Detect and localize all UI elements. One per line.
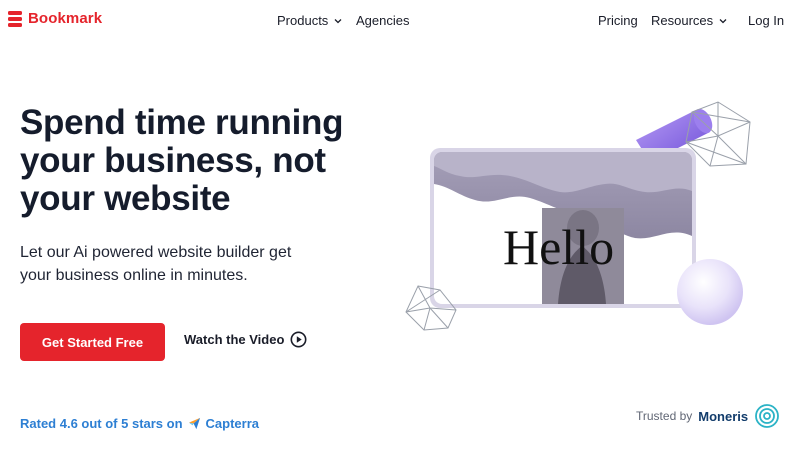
hello-text: Hello: [503, 219, 614, 275]
rating-source: Capterra: [205, 416, 260, 431]
nav-resources[interactable]: Resources: [651, 13, 727, 28]
hero-title: Spend time running your business, not yo…: [20, 103, 344, 218]
chevron-down-icon: [719, 18, 727, 23]
watch-video-label: Watch the Video: [184, 332, 285, 347]
play-icon: [290, 331, 307, 348]
nav-pricing[interactable]: Pricing: [598, 13, 638, 28]
nav-login[interactable]: Log In: [748, 13, 784, 28]
top-nav: Bookmark Products Agencies Pricing Resou…: [0, 0, 800, 40]
chevron-down-icon: [334, 18, 342, 23]
trusted-label: Trusted by: [636, 409, 693, 423]
brand-name: Bookmark: [28, 10, 103, 27]
nav-agencies[interactable]: Agencies: [356, 13, 409, 28]
rating-text: Rated 4.6 out of 5 stars on: [20, 416, 183, 431]
watch-video-link[interactable]: Watch the Video: [184, 331, 307, 348]
moneris-icon: [755, 404, 779, 428]
nav-products[interactable]: Products: [277, 13, 342, 28]
capterra-icon: [188, 417, 200, 430]
capterra-rating[interactable]: Rated 4.6 out of 5 stars on Capterra: [20, 416, 259, 431]
moneris-name: Moneris: [698, 408, 749, 424]
bookmark-logo-icon: [8, 10, 22, 27]
nav-agencies-label: Agencies: [356, 13, 410, 28]
hero-subtitle: Let our Ai powered website builder get y…: [20, 244, 292, 284]
hero-illustration: Hello: [405, 101, 751, 331]
browser-frame: Hello: [430, 148, 696, 308]
nav-pricing-label: Pricing: [598, 13, 638, 28]
get-started-button[interactable]: Get Started Free: [20, 323, 165, 361]
nav-resources-label: Resources: [651, 13, 714, 28]
nav-products-label: Products: [277, 13, 329, 28]
glossy-sphere: [677, 259, 743, 325]
trusted-by: Trusted by Moneris: [636, 403, 780, 429]
nav-login-label: Log In: [748, 13, 785, 28]
brand-logo[interactable]: Bookmark: [8, 10, 102, 27]
